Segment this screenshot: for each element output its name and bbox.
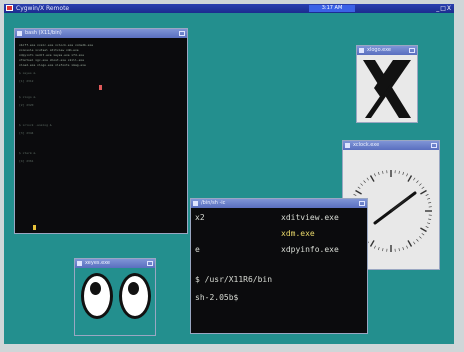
close-icon[interactable] — [147, 261, 153, 266]
clock-tick — [413, 241, 416, 245]
window-controls[interactable]: _□X — [436, 5, 452, 12]
clock-tick — [420, 189, 427, 195]
terminal-row-file: xdpyinfo.exe — [281, 245, 339, 254]
xlogo-title: xlogo.exe — [367, 47, 392, 53]
root-window-title: Cygwin/X Remote — [16, 5, 70, 12]
clock-tick — [369, 175, 375, 182]
window-icon — [17, 31, 22, 36]
terminal-row-prefix: e — [195, 245, 200, 254]
clock-tick — [406, 173, 408, 177]
terminal-line: xconsole xcutsel xditview xdm.exe — [19, 48, 79, 52]
window-icon — [359, 48, 364, 53]
window-icon — [345, 143, 350, 148]
clock-tick — [378, 171, 380, 175]
app-icon — [6, 5, 13, 11]
right-pupil — [128, 282, 139, 295]
terminal-line: $ xterm & — [19, 151, 36, 155]
clock-tick — [428, 218, 432, 220]
clock-tick — [416, 180, 419, 183]
left-eye — [81, 273, 113, 319]
x-logo-icon — [363, 60, 411, 118]
cursor-block — [99, 85, 102, 90]
terminal-row-file: xdm.exe — [281, 229, 315, 238]
clock-tick — [428, 202, 432, 204]
terminal-line: $ xlogo & — [19, 95, 36, 99]
xeyes-titlebar[interactable]: xeyes.exe — [75, 259, 155, 268]
terminal-line: xbiff.exe xcalc.exe xclock.exe xcmsdb.ex… — [19, 43, 94, 47]
clock-tick — [425, 194, 429, 196]
left-pupil — [90, 282, 101, 295]
terminal-line: [4] 2361 — [19, 159, 34, 163]
clock-tick — [419, 183, 422, 186]
cursor-block — [33, 225, 36, 230]
terminal-line: xload.exe xlogo.exe xlsfonts xmag.exe — [19, 63, 86, 67]
clock-tick — [406, 245, 408, 249]
xlogo-titlebar[interactable]: xlogo.exe — [357, 46, 417, 55]
xterm-main-window[interactable]: bash (X11/bin) xbiff.exe xcalc.exe xcloc… — [14, 28, 188, 234]
clock-tick — [363, 180, 366, 183]
xterm-front-window[interactable]: /bin/sh -ic x2 xditview.exe xdm.exe e xd… — [190, 198, 368, 334]
right-eye — [119, 273, 151, 319]
terminal-row-file: xditview.exe — [281, 213, 339, 222]
monitor-frame: Cygwin/X Remote 3:17 AM _□X bash (X11/bi… — [0, 0, 464, 352]
clock-tick — [416, 239, 419, 242]
clock-tick — [382, 170, 384, 174]
clock-tick — [374, 173, 376, 177]
xclock-titlebar[interactable]: xclock.exe — [343, 141, 439, 150]
x-desktop: Cygwin/X Remote 3:17 AM _□X bash (X11/bi… — [4, 4, 454, 344]
clock-tick — [420, 227, 427, 233]
clock-tick — [355, 189, 362, 195]
clock-tick — [382, 248, 384, 252]
clock-tick — [366, 177, 369, 181]
close-icon[interactable] — [359, 201, 365, 206]
clock-tick — [357, 186, 361, 189]
clock-tick — [353, 194, 357, 196]
close-icon[interactable] — [179, 31, 185, 36]
xclock-title: xclock.exe — [353, 142, 380, 148]
close-icon[interactable] — [409, 48, 415, 53]
terminal-last-line: sh-2.05b$ — [195, 293, 239, 302]
clock-tick — [402, 171, 404, 175]
clock-tick — [407, 175, 413, 182]
clock-tick — [374, 245, 376, 249]
clock-tick — [413, 177, 416, 181]
clock-tick — [378, 247, 380, 251]
clock-tick — [421, 186, 425, 189]
clock-tick — [407, 240, 413, 247]
clock-tick — [369, 240, 375, 247]
clock-tick — [427, 222, 431, 224]
clock-tick — [427, 198, 431, 200]
terminal-line: xfontsel xgc.exe xhost.exe xkill.exe — [19, 58, 85, 62]
terminal-line: [3] 2344 — [19, 131, 34, 135]
clock-tick — [421, 233, 425, 236]
window-icon — [77, 261, 82, 266]
terminal-line: xdpyinfo xedit.exe xeyes.exe xfd.exe — [19, 53, 85, 57]
clock-tick — [398, 170, 400, 174]
xterm-main-title: bash (X11/bin) — [25, 30, 62, 36]
terminal-row-prefix: x2 — [195, 213, 205, 222]
clock-tick — [402, 247, 404, 251]
xeyes-window[interactable]: xeyes.exe — [74, 258, 156, 336]
terminal-line: [2] 2320 — [19, 103, 34, 107]
terminal-prompt-line: $ /usr/X11R6/bin — [195, 275, 273, 284]
clock-tick — [425, 226, 429, 228]
root-window-titlebar: Cygwin/X Remote 3:17 AM _□X — [4, 4, 454, 13]
xterm-main-titlebar[interactable]: bash (X11/bin) — [15, 29, 187, 38]
close-icon[interactable] — [431, 143, 437, 148]
xterm-front-title: /bin/sh -ic — [201, 200, 226, 206]
window-icon — [193, 201, 198, 206]
xlogo-window[interactable]: xlogo.exe — [356, 45, 418, 123]
terminal-line: $ xeyes & — [19, 71, 36, 75]
terminal-line: [1] 2312 — [19, 79, 34, 83]
xeyes-title: xeyes.exe — [85, 260, 110, 266]
terminal-line: $ xclock -analog & — [19, 123, 52, 127]
clock-tick — [398, 248, 400, 252]
clock-display: 3:17 AM — [309, 5, 355, 12]
xterm-front-titlebar[interactable]: /bin/sh -ic — [191, 199, 367, 208]
clock-tick — [360, 183, 363, 186]
clock-tick — [419, 236, 422, 239]
